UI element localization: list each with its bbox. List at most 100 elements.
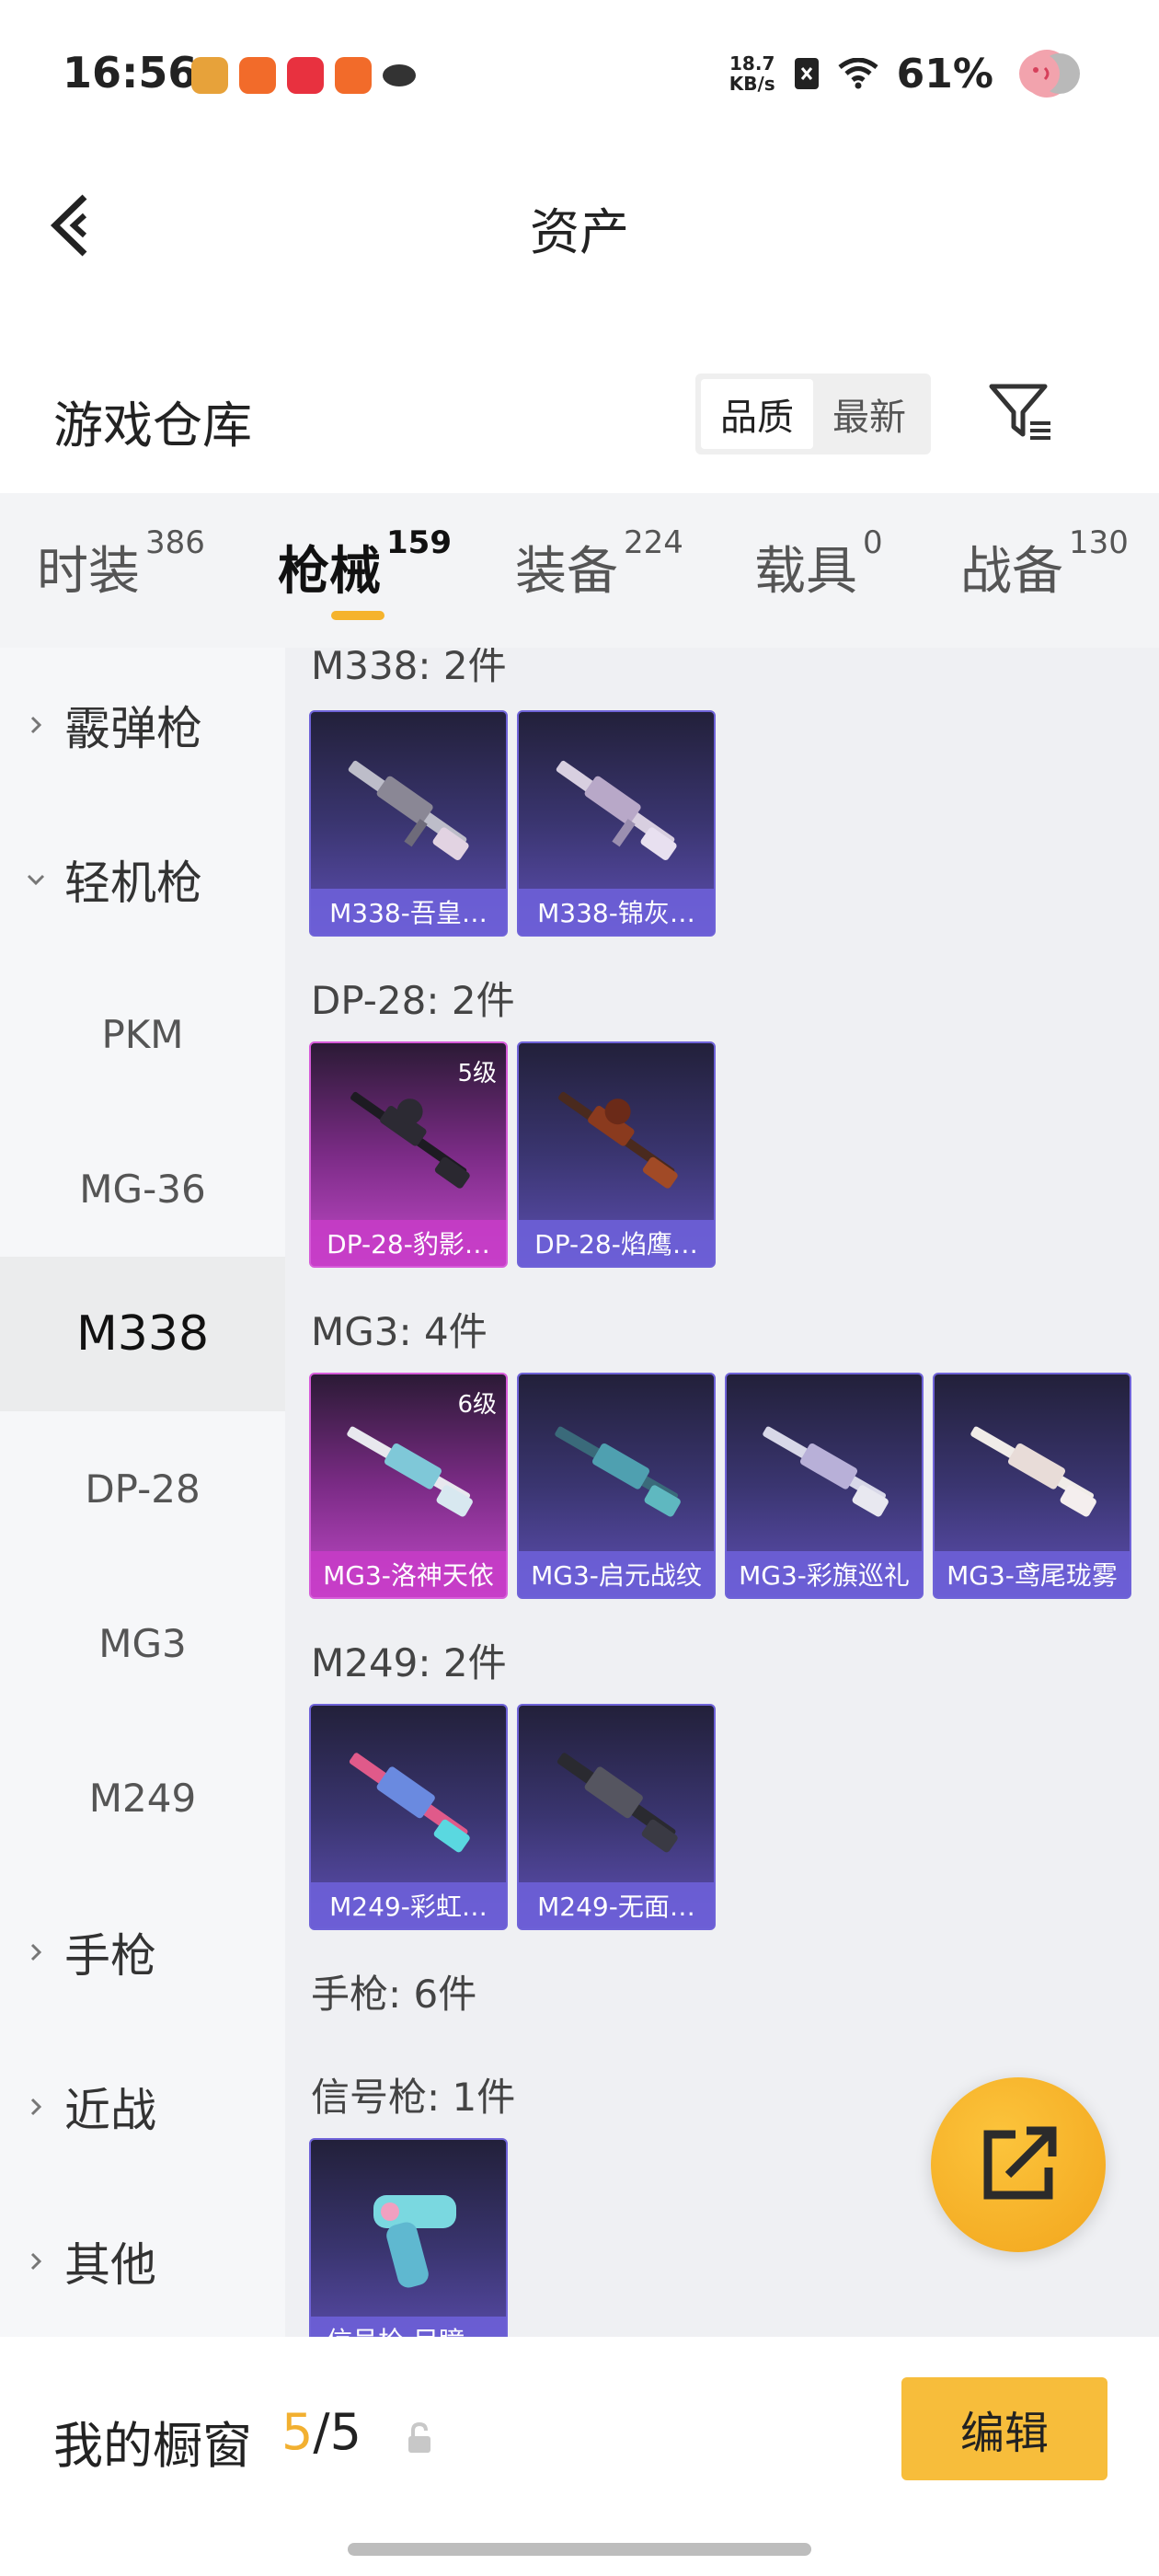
item-card[interactable]: M249-无面… bbox=[517, 1704, 716, 1930]
tab-label: 时装 bbox=[37, 542, 140, 602]
showcase-total: 5 bbox=[329, 2403, 361, 2461]
tab-firearms[interactable]: 枪械 159 bbox=[278, 524, 452, 604]
tab-count: 0 bbox=[863, 524, 883, 561]
sidebar-item-label: 霰弹枪 bbox=[64, 702, 202, 755]
item-name: DP-28-焰鹰… bbox=[519, 1220, 714, 1266]
rifle-icon bbox=[350, 1091, 470, 1189]
item-card[interactable]: 6级 MG3-洛神天依 bbox=[309, 1373, 508, 1599]
tab-tactical[interactable]: 战备 130 bbox=[960, 524, 1129, 604]
tab-label: 装备 bbox=[515, 542, 618, 602]
app-notification-icon bbox=[191, 57, 228, 94]
showcase-count: 5/5 bbox=[281, 2403, 361, 2461]
warehouse-title: 游戏仓库 bbox=[53, 397, 252, 454]
sidebar-item-m249[interactable]: M249 bbox=[0, 1720, 285, 1875]
rifle-icon bbox=[556, 760, 677, 860]
item-name: M338-吾皇… bbox=[311, 889, 506, 935]
sidebar-item-shotgun[interactable]: 霰弹枪 bbox=[0, 648, 285, 802]
sidebar-item-pkm[interactable]: PKM bbox=[0, 957, 285, 1111]
sidebar-item-label: 近战 bbox=[64, 2084, 156, 2137]
item-name: MG3-启元战纹 bbox=[519, 1551, 714, 1597]
group-label-flare-gun: 信号枪: 1件 bbox=[311, 2075, 516, 2120]
tab-equipment[interactable]: 装备 224 bbox=[515, 524, 683, 604]
group-label-m338: M338: 2件 bbox=[311, 648, 507, 688]
rifle-icon bbox=[557, 1753, 678, 1853]
net-speed-unit: KB/s bbox=[729, 73, 775, 95]
rifle-icon bbox=[558, 1091, 678, 1189]
sidebar-item-mg3[interactable]: MG3 bbox=[0, 1566, 285, 1720]
sort-toggle: 品质 最新 bbox=[695, 374, 931, 454]
status-right: 18.7 KB/s 61% bbox=[729, 46, 1085, 101]
status-time: 16:56 bbox=[63, 48, 198, 98]
rifle-icon bbox=[763, 1426, 889, 1517]
app-notification-icon bbox=[287, 57, 324, 94]
notification-icons bbox=[191, 57, 416, 94]
net-speed: 18.7 KB/s bbox=[729, 53, 775, 94]
flare-gun-icon bbox=[373, 2195, 456, 2288]
item-card[interactable]: MG3-彩旗巡礼 bbox=[725, 1373, 924, 1599]
battery-percent: 61% bbox=[896, 50, 993, 98]
tab-label: 战备 bbox=[960, 542, 1063, 602]
item-name: MG3-彩旗巡礼 bbox=[727, 1551, 922, 1597]
item-card[interactable]: DP-28-焰鹰… bbox=[517, 1041, 716, 1268]
share-external-icon bbox=[983, 2126, 1057, 2200]
showcase-separator: / bbox=[313, 2403, 330, 2461]
sidebar-item-lmg[interactable]: 轻机枪 bbox=[0, 802, 285, 957]
showcase-label: 我的橱窗 bbox=[53, 2417, 252, 2475]
app-notification-icon bbox=[383, 64, 416, 86]
filter-icon bbox=[989, 384, 1050, 440]
item-card[interactable]: M338-锦灰… bbox=[517, 710, 716, 937]
sidebar-item-other[interactable]: 其他 bbox=[0, 2184, 285, 2337]
item-card[interactable]: M338-吾皇… bbox=[309, 710, 508, 937]
tab-label: 枪械 bbox=[278, 542, 381, 602]
item-card[interactable]: 信号枪-目瞳… bbox=[309, 2138, 508, 2337]
item-card[interactable]: MG3-鸢尾珑雾 bbox=[933, 1373, 1131, 1599]
page-title: 资产 bbox=[530, 203, 629, 261]
wifi-icon bbox=[838, 58, 878, 89]
tab-vehicles[interactable]: 载具 0 bbox=[754, 524, 883, 604]
sidebar-item-pistol[interactable]: 手枪 bbox=[0, 1875, 285, 2030]
edit-button[interactable]: 编辑 bbox=[901, 2377, 1107, 2480]
net-speed-value: 18.7 bbox=[729, 52, 775, 75]
item-name: MG3-鸢尾珑雾 bbox=[935, 1551, 1130, 1597]
share-fab-button[interactable] bbox=[931, 2077, 1106, 2252]
active-tab-indicator bbox=[331, 611, 384, 620]
tab-fashion[interactable]: 时装 386 bbox=[37, 524, 205, 604]
sidebar-item-label: 其他 bbox=[64, 2238, 156, 2292]
sidebar-item-m338[interactable]: M338 bbox=[0, 1257, 285, 1411]
item-name: M249-无面… bbox=[519, 1882, 714, 1928]
chevron-right-icon bbox=[30, 716, 42, 734]
showcase-current: 5 bbox=[281, 2403, 314, 2461]
tab-count: 386 bbox=[145, 524, 205, 561]
sort-quality-button[interactable]: 品质 bbox=[701, 379, 813, 449]
app-notification-icon bbox=[239, 57, 276, 94]
item-name: 信号枪-目瞳… bbox=[311, 2317, 506, 2337]
filter-button[interactable] bbox=[988, 383, 1056, 443]
tab-count: 159 bbox=[386, 524, 452, 561]
category-sidebar: 霰弹枪 轻机枪 PKM MG-36 M338 DP-28 MG3 M249 手枪… bbox=[0, 648, 285, 2337]
asset-list: M338: 2件 M338-吾皇… M338-锦灰… DP-28: 2件 5级 … bbox=[285, 648, 1159, 2337]
item-card[interactable]: M249-彩虹… bbox=[309, 1704, 508, 1930]
battery-pig-icon bbox=[1019, 50, 1080, 98]
chevron-right-icon bbox=[30, 1943, 42, 1961]
group-label-m249: M249: 2件 bbox=[311, 1640, 507, 1685]
sidebar-item-dp28[interactable]: DP-28 bbox=[0, 1411, 285, 1566]
tab-count: 130 bbox=[1069, 524, 1129, 561]
rifle-icon bbox=[348, 760, 469, 860]
tab-label: 载具 bbox=[754, 542, 857, 602]
sort-latest-button[interactable]: 最新 bbox=[813, 379, 925, 449]
sidebar-item-label: 轻机枪 bbox=[64, 857, 202, 910]
group-label-dp28: DP-28: 2件 bbox=[311, 978, 515, 1023]
category-tabs: 时装 386 枪械 159 装备 224 载具 0 战备 130 bbox=[0, 493, 1159, 648]
chevron-down-icon bbox=[27, 874, 45, 886]
sidebar-item-mg36[interactable]: MG-36 bbox=[0, 1111, 285, 1266]
item-card[interactable]: MG3-启元战纹 bbox=[517, 1373, 716, 1599]
chevron-right-icon bbox=[30, 2098, 42, 2116]
lock-icon bbox=[408, 2421, 430, 2453]
rifle-icon bbox=[970, 1426, 1096, 1517]
item-name: MG3-洛神天依 bbox=[311, 1551, 506, 1597]
sidebar-item-melee[interactable]: 近战 bbox=[0, 2030, 285, 2184]
home-indicator[interactable] bbox=[348, 2543, 811, 2556]
group-label-mg3: MG3: 4件 bbox=[311, 1309, 488, 1354]
item-card[interactable]: 5级 DP-28-豹影… bbox=[309, 1041, 508, 1268]
chevron-right-icon bbox=[30, 2252, 42, 2271]
